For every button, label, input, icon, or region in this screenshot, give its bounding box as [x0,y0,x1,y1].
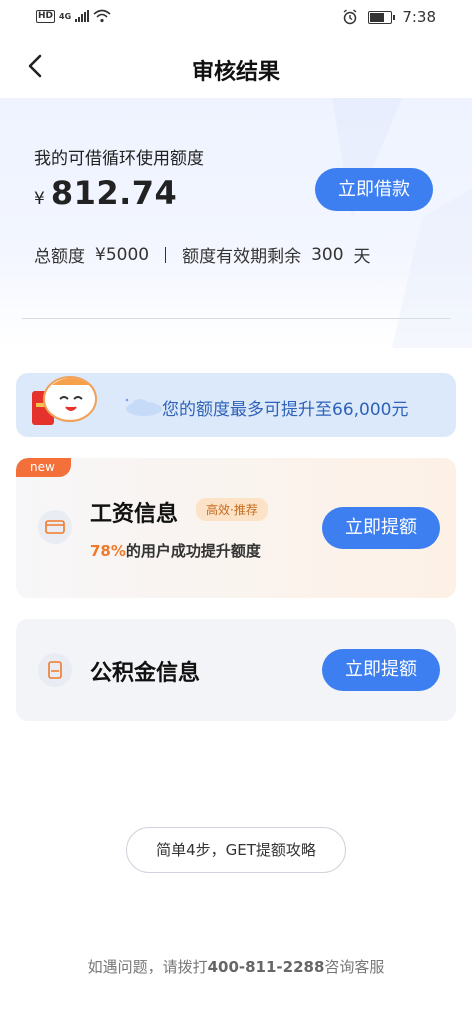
fund-title: 公积金信息 [90,661,201,686]
background-decoration [332,98,472,348]
footer-prefix: 如遇问题，请拨打 [87,958,208,976]
new-badge: new [16,458,71,477]
currency-symbol: ¥ [34,189,45,209]
salary-lift-button[interactable]: 立即提额 [322,507,440,549]
recommend-tag: 高效·推荐 [196,498,268,521]
validity-days: 300 [311,244,344,265]
mascot-icon [32,376,97,425]
total-value: ¥5000 [95,244,150,265]
network-type: 4G [59,11,72,21]
hotline-number[interactable]: 400-811-2288 [208,958,325,976]
status-time: 7:38 [402,8,436,26]
meta-separator [165,246,167,263]
provident-fund-card: 公积金信息 立即提额 [16,619,456,721]
credit-meta: 总额度 ¥5000 额度有效期剩余 300 天 [34,242,371,268]
guide-button[interactable]: 简单4步，GET提额攻略 [126,827,346,873]
credit-summary: 我的可借循环使用额度 ¥ 812.74 立即借款 总额度 ¥5000 额度有效期… [0,98,472,348]
status-left: HD 4G [36,9,111,23]
status-bar: HD 4G 7:38 [0,0,472,36]
salary-subtitle: 78%的用户成功提升额度 [90,540,261,561]
alarm-icon [343,9,357,25]
total-label: 总额度 [34,247,85,267]
page-title: 审核结果 [191,60,280,85]
salary-title: 工资信息 [90,502,179,527]
wifi-icon [93,9,111,23]
hd-indicator: HD [36,9,56,23]
credit-label: 我的可借循环使用额度 [34,149,204,169]
salary-info-card: new 工资信息 高效·推荐 78%的用户成功提升额度 立即提额 [16,458,456,598]
status-right: 7:38 [342,8,436,26]
validity-unit: 天 [353,247,371,267]
credit-amount: ¥ 812.74 [34,174,177,212]
card-icon-wrapper [38,510,72,544]
footer-suffix: 咨询客服 [324,958,385,976]
promo-banner[interactable]: 您的额度最多可提升至66,000元 [16,373,456,437]
salary-card-icon [45,520,65,534]
credit-amount-value: 812.74 [50,174,178,212]
success-percent: 78% [90,542,126,560]
success-text: 的用户成功提升额度 [125,542,261,560]
battery-icon [368,10,396,24]
borrow-now-button[interactable]: 立即借款 [315,168,433,211]
fund-card-icon [48,661,62,679]
promo-text: 您的额度最多可提升至66,000元 [162,400,409,420]
cloud-icon [125,398,162,416]
card-icon-wrapper [38,653,72,687]
footer-help: 如遇问题，请拨打400-811-2288咨询客服 [0,956,472,977]
validity-label: 额度有效期剩余 [182,247,302,267]
signal-icon [75,10,90,22]
fund-lift-button[interactable]: 立即提额 [322,649,440,691]
nav-bar: 审核结果 [0,36,472,98]
divider [22,318,450,319]
